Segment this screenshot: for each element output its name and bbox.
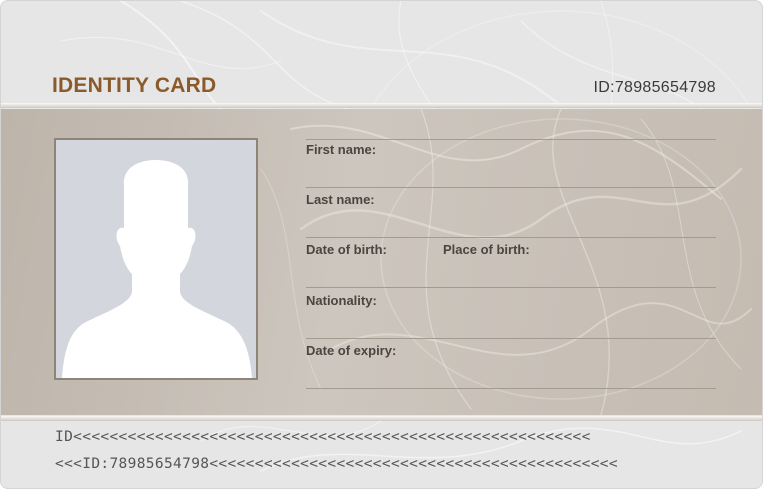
last-name-label: Last name: <box>306 192 375 207</box>
nationality-line <box>306 338 716 339</box>
card-title: IDENTITY CARD <box>52 74 217 97</box>
date-of-birth-label: Date of birth: <box>306 242 387 257</box>
place-of-birth-label: Place of birth: <box>443 242 530 257</box>
photo-placeholder <box>54 138 258 380</box>
person-silhouette-icon <box>62 160 252 378</box>
card-id-number: ID:78985654798 <box>593 79 716 96</box>
date-of-expiry-line <box>306 388 716 389</box>
last-name-line <box>306 237 716 238</box>
date-of-expiry-label: Date of expiry: <box>306 343 397 358</box>
first-name-line <box>306 187 716 188</box>
field-line-top <box>306 139 716 140</box>
birth-line <box>306 287 716 288</box>
header-divider-band <box>1 103 762 108</box>
first-name-label: First name: <box>306 142 377 157</box>
mrz-line-2: <<<ID:78985654798<<<<<<<<<<<<<<<<<<<<<<<… <box>55 456 618 472</box>
mrz-line-1: ID<<<<<<<<<<<<<<<<<<<<<<<<<<<<<<<<<<<<<<… <box>55 429 591 445</box>
identity-card: IDENTITY CARD ID:78985654798 First name:… <box>0 0 763 489</box>
nationality-label: Nationality: <box>306 293 377 308</box>
card-header: IDENTITY CARD ID:78985654798 <box>1 1 762 103</box>
